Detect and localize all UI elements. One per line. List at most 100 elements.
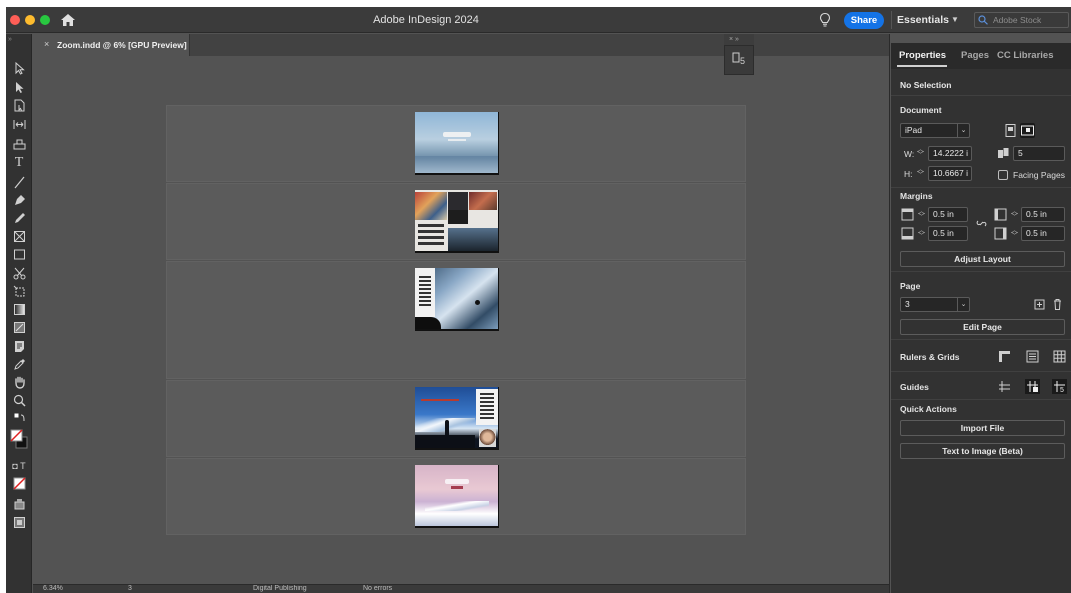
status-page-number[interactable]: 3 [128,585,132,592]
page-section: Page 3 ⌄ Edit Page [891,271,1071,339]
note-tool-icon[interactable] [10,338,28,354]
portrait-orientation-icon[interactable] [1003,123,1018,138]
fill-stroke-swatch-icon[interactable] [10,426,28,454]
apply-none-icon[interactable] [10,475,28,491]
workspace-switcher[interactable]: Essentials [897,14,949,26]
current-page-select[interactable]: 3 ⌄ [900,297,970,312]
page-decoration [448,210,468,224]
landscape-orientation-icon[interactable] [1020,123,1035,138]
width-stepper-icon[interactable]: ︿ ﹀ [917,146,924,159]
page-decoration [479,429,496,447]
svg-text:5: 5 [740,56,745,66]
document-preset-select[interactable]: iPad ⌄ [900,123,970,138]
height-stepper-icon[interactable]: ︿ ﹀ [917,166,924,179]
link-margins-icon[interactable] [974,216,989,231]
margin-bottom-input[interactable]: 0.5 in [928,226,968,241]
content-collector-tool-icon[interactable] [10,135,28,151]
hand-tool-icon[interactable] [10,374,28,390]
page-thumbnail-2[interactable] [415,190,499,253]
margin-top-input[interactable]: 0.5 in [928,207,968,222]
page-thumbnail-3[interactable] [415,268,499,331]
swap-fill-stroke-icon[interactable] [10,410,28,426]
active-tab-indicator [897,65,947,67]
gradient-tool-icon[interactable] [10,301,28,317]
page-decoration [418,224,444,227]
page-numbering-icon[interactable]: 5 [732,52,746,68]
preflight-profile[interactable]: Digital Publishing [253,585,307,592]
page-tool-icon[interactable] [10,97,28,113]
eyedropper-tool-icon[interactable] [10,356,28,372]
margin-right-stepper-icon[interactable]: ︿ ﹀ [1011,227,1018,240]
page-decoration [419,276,431,306]
zoom-level[interactable]: 6.34% [43,585,63,592]
baseline-grid-icon[interactable] [1025,349,1040,364]
type-tool-icon[interactable]: T [10,155,28,171]
formatting-container-text-icon[interactable]: ◘ T [10,458,28,474]
gradient-feather-tool-icon[interactable] [10,319,28,335]
tab-properties[interactable]: Properties [899,50,946,61]
preview-mode-icon[interactable] [10,514,28,530]
adjust-layout-button[interactable]: Adjust Layout [900,251,1065,267]
spread-4[interactable] [166,380,746,457]
pasteboard[interactable] [33,56,889,593]
delete-page-icon[interactable] [1050,297,1065,312]
page-decoration [445,420,449,435]
spread-5[interactable] [166,458,746,535]
tab-cc-libraries[interactable]: CC Libraries [997,50,1054,61]
text-to-image-button[interactable]: Text to Image (Beta) [900,443,1065,459]
quick-actions-title: Quick Actions [900,404,957,414]
margin-left-input[interactable]: 0.5 in [1021,207,1065,222]
facing-pages-checkbox[interactable] [998,170,1008,180]
page-thumbnail-5[interactable] [415,465,499,528]
document-grid-icon[interactable] [1052,349,1067,364]
page-thumbnail-1[interactable] [415,112,499,175]
add-page-icon[interactable] [1032,297,1047,312]
scissors-tool-icon[interactable] [10,265,28,281]
margin-left-stepper-icon[interactable]: ︿ ﹀ [1011,208,1018,221]
panel-tabs: Properties Pages CC Libraries [891,43,1071,69]
gap-tool-icon[interactable] [10,116,28,132]
rulers-icon[interactable] [997,349,1012,364]
floating-panel-header[interactable]: × » [724,34,754,45]
page-section-title: Page [900,281,921,291]
line-tool-icon[interactable] [10,174,28,190]
page-decoration [448,139,466,141]
document-tab[interactable]: × Zoom.indd @ 6% [GPU Preview] [33,34,190,56]
screen-mode-icon[interactable] [10,496,28,512]
rectangle-frame-tool-icon[interactable] [10,228,28,244]
smart-guides-icon[interactable]: 5 [1052,379,1067,394]
spread-3[interactable] [166,261,746,379]
chevron-down-icon[interactable]: ▼ [951,15,959,24]
document-section-title: Document [900,105,942,115]
free-transform-tool-icon[interactable] [10,283,28,299]
share-button[interactable]: Share [844,12,884,29]
height-input[interactable]: 10.6667 i [928,166,972,181]
close-tab-icon[interactable]: × [44,39,49,49]
adobe-stock-search-input[interactable]: Adobe Stock [974,12,1069,28]
rectangle-tool-icon[interactable] [10,246,28,262]
pencil-tool-icon[interactable] [10,210,28,226]
lock-guides-icon[interactable] [1025,379,1040,394]
direct-selection-tool-icon[interactable] [10,79,28,95]
toolbar-grip-icon[interactable]: » [8,36,12,43]
margin-bottom-stepper-icon[interactable]: ︿ ﹀ [918,227,925,240]
tab-pages[interactable]: Pages [961,50,989,61]
spread-2[interactable] [166,183,746,260]
zoom-tool-icon[interactable] [10,392,28,408]
chevron-down-icon[interactable]: ⌄ [957,124,969,137]
page-thumbnail-4[interactable] [415,387,499,450]
margin-right-input[interactable]: 0.5 in [1021,226,1065,241]
width-input[interactable]: 14.2222 i [928,146,972,161]
spread-1[interactable] [166,105,746,182]
chevron-down-icon[interactable]: ⌄ [957,298,969,311]
lightbulb-icon[interactable] [818,12,832,28]
pen-tool-icon[interactable] [10,192,28,208]
import-file-button[interactable]: Import File [900,420,1065,436]
edit-page-button[interactable]: Edit Page [900,319,1065,335]
pages-count-input[interactable]: 5 [1013,146,1065,161]
show-guides-icon[interactable] [997,379,1012,394]
margin-top-stepper-icon[interactable]: ︿ ﹀ [918,208,925,221]
svg-text:5: 5 [1060,387,1064,393]
selection-tool-icon[interactable] [10,60,28,76]
panel-dock-divider[interactable] [889,34,890,593]
